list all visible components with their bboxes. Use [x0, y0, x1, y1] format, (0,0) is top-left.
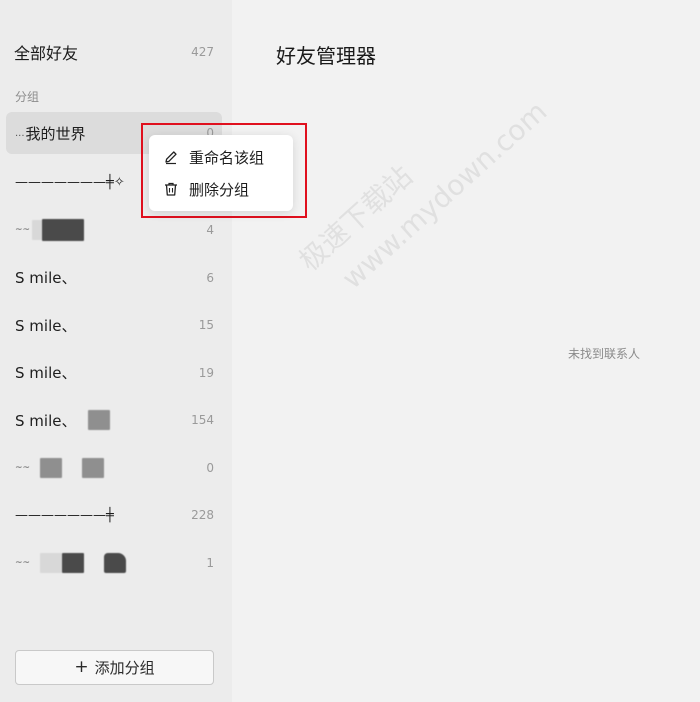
- group-count: 6: [206, 270, 214, 285]
- watermark-line2: www.mydown.com: [335, 94, 554, 296]
- group-name: S mile、: [15, 269, 77, 288]
- watermark-line1: 极速下载站: [292, 159, 419, 278]
- group-name: ... 我的世界: [15, 123, 86, 144]
- group-item[interactable]: ———————╪ 228: [6, 492, 222, 540]
- rename-group-label: 重命名该组: [189, 148, 265, 167]
- delete-group-label: 删除分组: [189, 180, 250, 199]
- group-count: 1: [206, 555, 214, 570]
- group-name-text: 我的世界: [25, 124, 86, 143]
- group-name: S mile、: [15, 316, 77, 335]
- group-count: 154: [191, 413, 214, 428]
- all-friends-count: 427: [191, 45, 214, 59]
- pencil-icon: [165, 151, 177, 165]
- group-name-text: S mile、: [15, 411, 77, 430]
- redacted-squiggle: ~~: [15, 557, 31, 568]
- group-name-with-redaction: S mile、: [15, 410, 111, 431]
- group-name-redacted: ~~: [15, 219, 85, 242]
- group-count: 19: [198, 365, 214, 380]
- redacted-block: [62, 552, 85, 573]
- group-item[interactable]: S mile、 154: [6, 397, 222, 445]
- group-name-redacted: ~~: [15, 552, 127, 573]
- redacted-squiggle: ~~: [15, 462, 31, 473]
- group-count: 15: [198, 318, 214, 333]
- friend-manager-window: 全部好友 427 分组 ... 我的世界 0 ———————╪✧ ~~ 4 S …: [0, 0, 700, 702]
- group-item[interactable]: ~~ 1: [6, 539, 222, 587]
- group-item[interactable]: S mile、 15: [6, 302, 222, 350]
- group-count: 228: [191, 508, 214, 523]
- group-item[interactable]: ~~ 0: [6, 444, 222, 492]
- group-count: 4: [206, 223, 214, 238]
- group-name-redacted: ~~: [15, 457, 105, 478]
- group-name: ———————╪: [15, 507, 114, 523]
- all-friends-label: 全部好友: [14, 44, 79, 63]
- redacted-block: [42, 219, 85, 242]
- groups-section-label: 分组: [15, 90, 40, 104]
- page-title: 好友管理器: [276, 44, 376, 68]
- redacted-block: [88, 410, 111, 431]
- group-item[interactable]: S mile、 19: [6, 349, 222, 397]
- group-name: S mile、: [15, 364, 77, 383]
- group-count: 0: [206, 460, 214, 475]
- all-friends-item[interactable]: 全部好友 427: [14, 38, 214, 66]
- add-group-button[interactable]: + 添加分组: [15, 650, 214, 685]
- watermark: 极速下载站 www.mydown.com: [290, 61, 557, 313]
- redacted-block: [40, 457, 63, 478]
- group-context-menu: 重命名该组 删除分组: [149, 135, 293, 211]
- group-name-prefix: ...: [15, 127, 25, 139]
- sidebar: 全部好友 427 分组 ... 我的世界 0 ———————╪✧ ~~ 4 S …: [0, 0, 232, 702]
- redacted-block: [104, 552, 127, 573]
- plus-icon: +: [74, 657, 89, 677]
- trash-icon: [165, 182, 177, 196]
- group-item[interactable]: S mile、 6: [6, 254, 222, 302]
- rename-group-menu-item[interactable]: 重命名该组: [149, 141, 293, 173]
- redacted-squiggle: ~~: [15, 225, 31, 236]
- redacted-block: [82, 457, 105, 478]
- group-name: ———————╪✧: [15, 175, 125, 191]
- redacted-block: [40, 552, 63, 573]
- empty-contacts-text: 未找到联系人: [568, 347, 641, 361]
- redacted-block: [32, 220, 43, 241]
- delete-group-menu-item[interactable]: 删除分组: [149, 173, 293, 205]
- add-group-label: 添加分组: [94, 659, 155, 677]
